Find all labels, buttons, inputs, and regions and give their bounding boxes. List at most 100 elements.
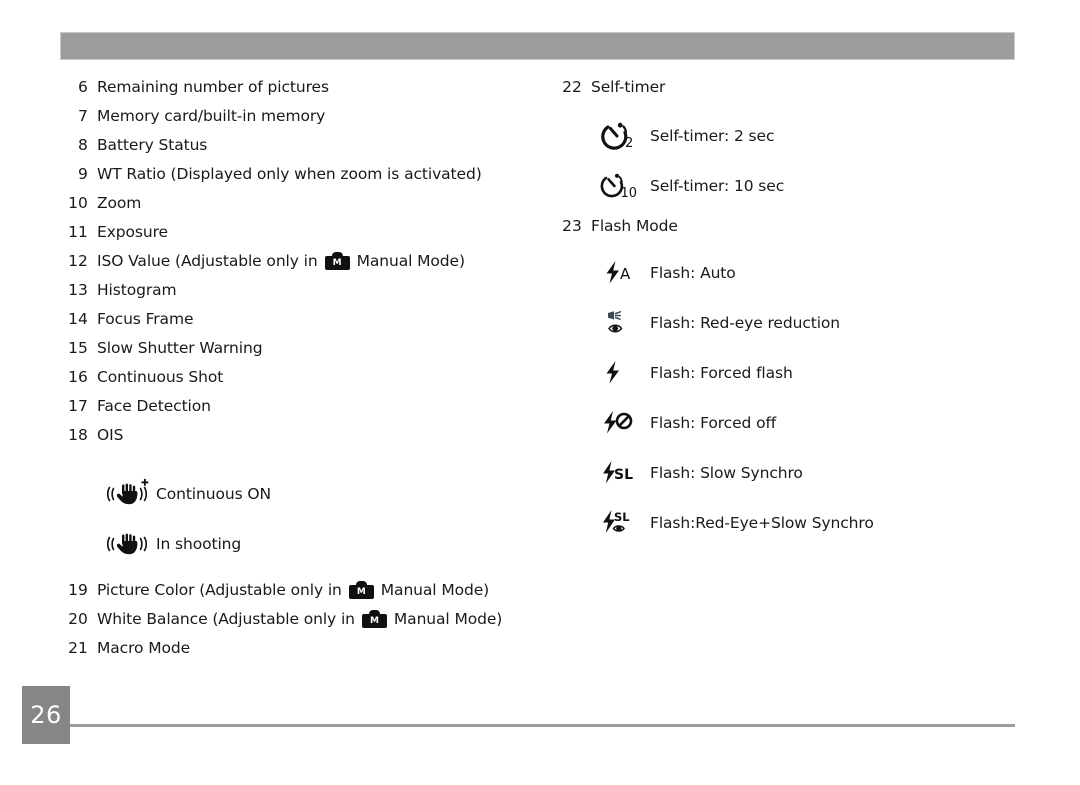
item-label: Memory card/built-in memory [97, 107, 326, 125]
flash-auto-letter: A [620, 265, 631, 283]
flash-mode-row: Flash: Red-eye reduction [592, 298, 1026, 348]
item-number: 17 [68, 397, 88, 415]
page-content: 6 Remaining number of pictures 7 Memory … [0, 78, 1080, 658]
flash-auto-icon: A [592, 259, 650, 287]
item-number: 12 [68, 252, 88, 270]
footer-divider [70, 724, 1015, 727]
self-timer-mode-label: Self-timer: 10 sec [650, 177, 785, 195]
item-label: Picture Color (Adjustable only in M Manu… [97, 581, 489, 599]
item-label-after: Manual Mode) [393, 610, 503, 628]
item-label: Zoom [97, 194, 142, 212]
item-number: 10 [68, 194, 88, 212]
self-timer-seconds: 10 [621, 186, 638, 201]
item-label: Self-timer [591, 78, 666, 96]
self-timer-2sec-icon: 2 [592, 121, 650, 151]
flash-red-eye-slow-synchro-icon: SL [592, 508, 650, 538]
flash-red-eye-reduction-icon [592, 309, 650, 337]
ois-continuous-on-icon [98, 478, 156, 507]
item-number: 21 [68, 639, 88, 657]
item-label: Battery Status [97, 136, 208, 154]
self-timer-10sec-icon: 10 [592, 171, 650, 201]
left-column: 6 Remaining number of pictures 7 Memory … [62, 78, 542, 668]
flash-forced-flash-icon [592, 359, 650, 387]
list-item: 7 Memory card/built-in memory [62, 107, 542, 136]
manual-mode-camera-icon: M [324, 252, 350, 270]
list-item: 8 Battery Status [62, 136, 542, 165]
item-label-after: Manual Mode) [380, 581, 490, 599]
item-number: 20 [68, 610, 88, 628]
item-number: 23 [562, 217, 582, 235]
flash-mode-row: SL Flash: Slow Synchro [592, 448, 1026, 498]
list-item: 12 ISO Value (Adjustable only in M Manua… [62, 252, 542, 281]
item-number: 11 [68, 223, 88, 241]
list-item: 10 Zoom [62, 194, 542, 223]
list-item: 19 Picture Color (Adjustable only in M M… [62, 581, 542, 610]
item-label-before: Picture Color (Adjustable only in [97, 581, 342, 599]
flash-mode-row: SL Flash:Red-Eye+Slow Synchro [592, 498, 1026, 548]
flash-mode-row: Flash: Forced off [592, 398, 1026, 448]
list-item: 9 WT Ratio (Displayed only when zoom is … [62, 165, 542, 194]
item-label: Face Detection [97, 397, 211, 415]
flash-slow-synchro-letters: SL [614, 467, 633, 483]
item-number: 16 [68, 368, 88, 386]
item-label: Remaining number of pictures [97, 78, 329, 96]
item-label-after: Manual Mode) [356, 252, 465, 270]
list-item: 17 Face Detection [62, 397, 542, 426]
right-column: 22 Self-timer 2 Self-timer: 2 sec 10 Sel… [556, 78, 1026, 548]
item-number: 18 [68, 426, 88, 444]
list-item: 13 Histogram [62, 281, 542, 310]
self-timer-mode-label: Self-timer: 2 sec [650, 127, 775, 145]
flash-slow-synchro-letters: SL [614, 510, 630, 524]
ois-in-shooting-icon [98, 531, 156, 557]
list-item: 6 Remaining number of pictures [62, 78, 542, 107]
page-number-badge: 26 [22, 686, 70, 744]
page-header-bar [60, 32, 1015, 60]
item-label: Flash Mode [591, 217, 678, 235]
flash-forced-off-icon [592, 409, 650, 437]
item-number: 14 [68, 310, 88, 328]
flash-mode-label: Flash: Red-eye reduction [650, 314, 841, 332]
list-item: 11 Exposure [62, 223, 542, 252]
list-item: 22 Self-timer [556, 78, 1026, 107]
item-number: 22 [562, 78, 582, 96]
item-label-before: White Balance (Adjustable only in [97, 610, 355, 628]
self-timer-mode-row: 10 Self-timer: 10 sec [592, 161, 1026, 211]
item-label: WT Ratio (Displayed only when zoom is ac… [97, 165, 482, 183]
item-number: 9 [78, 165, 88, 183]
flash-mode-row: Flash: Forced flash [592, 348, 1026, 398]
item-label-before: ISO Value (Adjustable only in [97, 252, 318, 270]
item-number: 8 [78, 136, 88, 154]
page-footer: 26 [0, 686, 1080, 746]
manual-mode-camera-icon: M [361, 610, 387, 628]
ois-mode-label: Continuous ON [156, 485, 271, 503]
item-number: 7 [78, 107, 88, 125]
ois-mode-row: In shooting [98, 519, 542, 569]
flash-mode-label: Flash: Auto [650, 264, 736, 282]
item-label: OIS [97, 426, 124, 444]
flash-mode-label: Flash: Forced off [650, 414, 777, 432]
ois-mode-label: In shooting [156, 535, 242, 553]
flash-mode-row: A Flash: Auto [592, 248, 1026, 298]
self-timer-mode-row: 2 Self-timer: 2 sec [592, 111, 1026, 161]
flash-mode-label: Flash:Red-Eye+Slow Synchro [650, 514, 874, 532]
manual-mode-camera-icon: M [348, 581, 374, 599]
item-label: Focus Frame [97, 310, 194, 328]
item-label: Continuous Shot [97, 368, 224, 386]
list-item: 14 Focus Frame [62, 310, 542, 339]
item-label: Histogram [97, 281, 177, 299]
flash-mode-label: Flash: Forced flash [650, 364, 793, 382]
item-number: 19 [68, 581, 88, 599]
flash-mode-label: Flash: Slow Synchro [650, 464, 803, 482]
item-number: 15 [68, 339, 88, 357]
ois-mode-row: Continuous ON [98, 469, 542, 519]
item-number: 6 [78, 78, 88, 96]
list-item: 23 Flash Mode [556, 217, 1026, 246]
list-item: 20 White Balance (Adjustable only in M M… [62, 610, 542, 639]
list-item: 15 Slow Shutter Warning [62, 339, 542, 368]
item-label: Slow Shutter Warning [97, 339, 263, 357]
list-item: 21 Macro Mode [62, 639, 542, 668]
item-label: ISO Value (Adjustable only in M Manual M… [97, 252, 465, 270]
manual-page: 6 Remaining number of pictures 7 Memory … [0, 0, 1080, 785]
item-label: Macro Mode [97, 639, 191, 657]
item-label: White Balance (Adjustable only in M Manu… [97, 610, 502, 628]
